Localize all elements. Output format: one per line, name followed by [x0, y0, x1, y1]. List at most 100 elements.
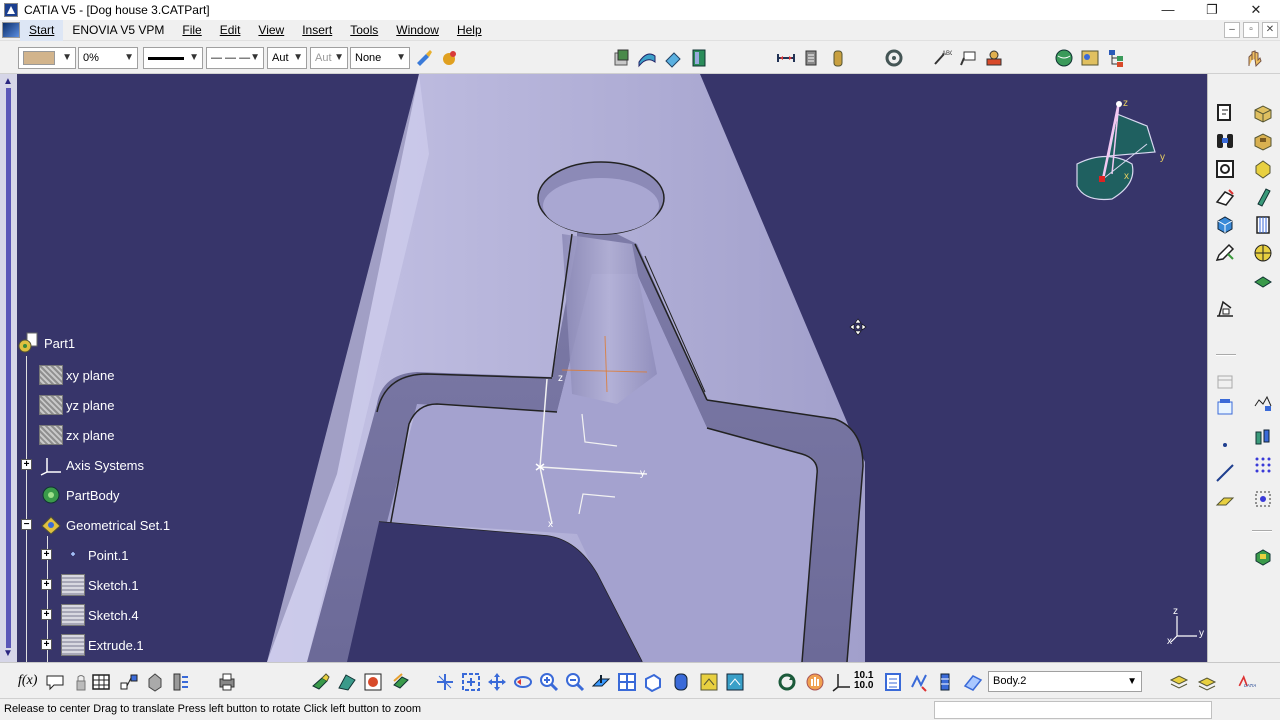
color-combo[interactable]: ▼ [18, 47, 76, 69]
parallel-icon[interactable] [1252, 426, 1274, 448]
snapshot-icon[interactable] [1252, 546, 1274, 568]
disabled-tool-icon[interactable] [1214, 370, 1236, 392]
update-icon[interactable] [776, 671, 798, 693]
menu-help[interactable]: Help [448, 20, 491, 41]
hand-tool-icon[interactable] [1244, 48, 1264, 68]
3d-annotation-icon[interactable] [984, 48, 1004, 68]
text-annotation-icon[interactable]: ABC [932, 48, 952, 68]
point-tool-icon[interactable] [1214, 434, 1236, 456]
expand-extrude-button[interactable]: + [41, 639, 52, 650]
expand-point-button[interactable]: + [41, 549, 52, 560]
left-scroll-strip[interactable]: ▲ ▼ [0, 74, 17, 662]
pad-icon[interactable] [1252, 102, 1274, 124]
collapse-geometrical-set-button[interactable]: − [21, 519, 32, 530]
axis-system-icon[interactable] [830, 671, 852, 693]
table-icon[interactable] [90, 671, 112, 693]
tree-node-sketch4[interactable]: Sketch.4 [61, 604, 139, 626]
scroll-down-icon[interactable]: ▼ [3, 648, 13, 659]
tree-node-partbody[interactable]: PartBody [39, 484, 119, 506]
scroll-track[interactable] [6, 88, 11, 648]
shading-icon[interactable] [670, 671, 692, 693]
rendering-style-combo[interactable]: Aut ▼ [310, 47, 348, 69]
pan-icon[interactable] [486, 671, 508, 693]
menu-view[interactable]: View [249, 20, 293, 41]
catalog-icon[interactable] [1196, 671, 1218, 693]
tree-node-extrude[interactable]: Extrude.1 [61, 634, 144, 656]
stack-icon[interactable] [1168, 671, 1190, 693]
swap-visible-space-icon[interactable] [724, 671, 746, 693]
linetype-combo[interactable]: — — — ▼ [206, 47, 264, 69]
select-icon[interactable] [908, 671, 930, 693]
part-design-icon[interactable] [612, 48, 632, 68]
line-thickness-combo[interactable]: ▼ [143, 47, 203, 69]
target-icon[interactable] [1252, 242, 1274, 264]
rotate-icon[interactable] [512, 671, 534, 693]
fly-mode-icon[interactable] [310, 671, 332, 693]
menu-enovia[interactable]: ENOVIA V5 VPM [63, 20, 173, 41]
tree-node-axis-systems[interactable]: Axis Systems [39, 454, 144, 476]
close-button[interactable]: ✕ [1234, 0, 1278, 20]
table-of-parameters-icon[interactable] [882, 671, 904, 693]
expand-sketch4-button[interactable]: + [41, 609, 52, 620]
menu-window[interactable]: Window [387, 20, 448, 41]
menu-insert[interactable]: Insert [293, 20, 341, 41]
thickness-icon[interactable] [1252, 270, 1274, 292]
layer-stack-icon[interactable] [934, 671, 956, 693]
line-tool-icon[interactable] [1214, 462, 1236, 484]
3d-viewport[interactable]: z y x z y x z y x Part1 xy plane yz plan… [17, 74, 1207, 662]
hole-icon[interactable] [1214, 158, 1236, 180]
power-input-field[interactable] [934, 701, 1212, 719]
doc-minimize-button[interactable]: – [1224, 22, 1240, 38]
menu-edit[interactable]: Edit [211, 20, 250, 41]
rule-icon[interactable] [144, 671, 166, 693]
zoom-out-icon[interactable] [564, 671, 586, 693]
measure-item-icon[interactable] [802, 48, 822, 68]
body-selector[interactable]: Body.2 ▼ [988, 671, 1142, 692]
grid-icon[interactable] [1252, 454, 1274, 476]
tree-node-point[interactable]: Point.1 [61, 544, 128, 566]
compass-icon[interactable] [1076, 101, 1156, 201]
hide-show-icon[interactable] [698, 671, 720, 693]
flag-note-icon[interactable] [958, 48, 978, 68]
lock-icon[interactable] [70, 671, 92, 693]
binoculars-icon[interactable] [1214, 130, 1236, 152]
edit-pencil-icon[interactable] [1214, 242, 1236, 264]
tree-node-part[interactable]: Part1 [17, 332, 75, 354]
analysis-icon[interactable] [1252, 392, 1274, 414]
surface-icon[interactable] [637, 48, 657, 68]
menu-file[interactable]: File [173, 20, 210, 41]
measure-between-icon[interactable] [776, 48, 796, 68]
restore-button[interactable]: ❐ [1190, 0, 1234, 20]
tree-structure-icon[interactable] [1106, 48, 1126, 68]
print-icon[interactable] [216, 671, 238, 693]
plane-tool-icon[interactable] [1214, 490, 1236, 512]
book-icon[interactable] [689, 48, 709, 68]
fit-all-icon[interactable] [434, 671, 456, 693]
zoom-readout[interactable]: 10.1 10.0 [854, 671, 873, 691]
comment-icon[interactable] [44, 671, 66, 693]
sketch-tool-icon[interactable] [1214, 102, 1236, 124]
stiffener-icon[interactable] [1252, 214, 1274, 236]
scroll-up-icon[interactable]: ▲ [3, 76, 13, 87]
cycle-icon[interactable] [884, 48, 904, 68]
multi-viewport-icon[interactable] [616, 671, 638, 693]
normal-view-plane-icon[interactable] [590, 671, 612, 693]
eraser-icon[interactable] [663, 48, 683, 68]
catalog-browser-icon[interactable] [1080, 48, 1100, 68]
knowledge-icon[interactable] [118, 671, 140, 693]
painter-icon[interactable] [414, 48, 434, 68]
tree-node-sketch1[interactable]: Sketch.1 [61, 574, 139, 596]
point-symbol-combo[interactable]: Aut ▼ [267, 47, 307, 69]
multi-view-icon[interactable] [390, 671, 412, 693]
iso-view-icon[interactable] [642, 671, 664, 693]
menu-tools[interactable]: Tools [341, 20, 387, 41]
tree-node-zx-plane[interactable]: zx plane [39, 424, 114, 446]
reaction-icon[interactable] [170, 671, 192, 693]
frame-tool-icon[interactable] [1214, 396, 1236, 418]
fit-all-in-icon[interactable] [460, 671, 482, 693]
shaft-icon[interactable] [1252, 158, 1274, 180]
transparency-combo[interactable]: 0% ▼ [78, 47, 138, 69]
tree-node-geometrical-set[interactable]: Geometrical Set.1 [39, 514, 170, 536]
expand-axis-systems-button[interactable]: + [21, 459, 32, 470]
slot-icon[interactable] [1252, 186, 1274, 208]
